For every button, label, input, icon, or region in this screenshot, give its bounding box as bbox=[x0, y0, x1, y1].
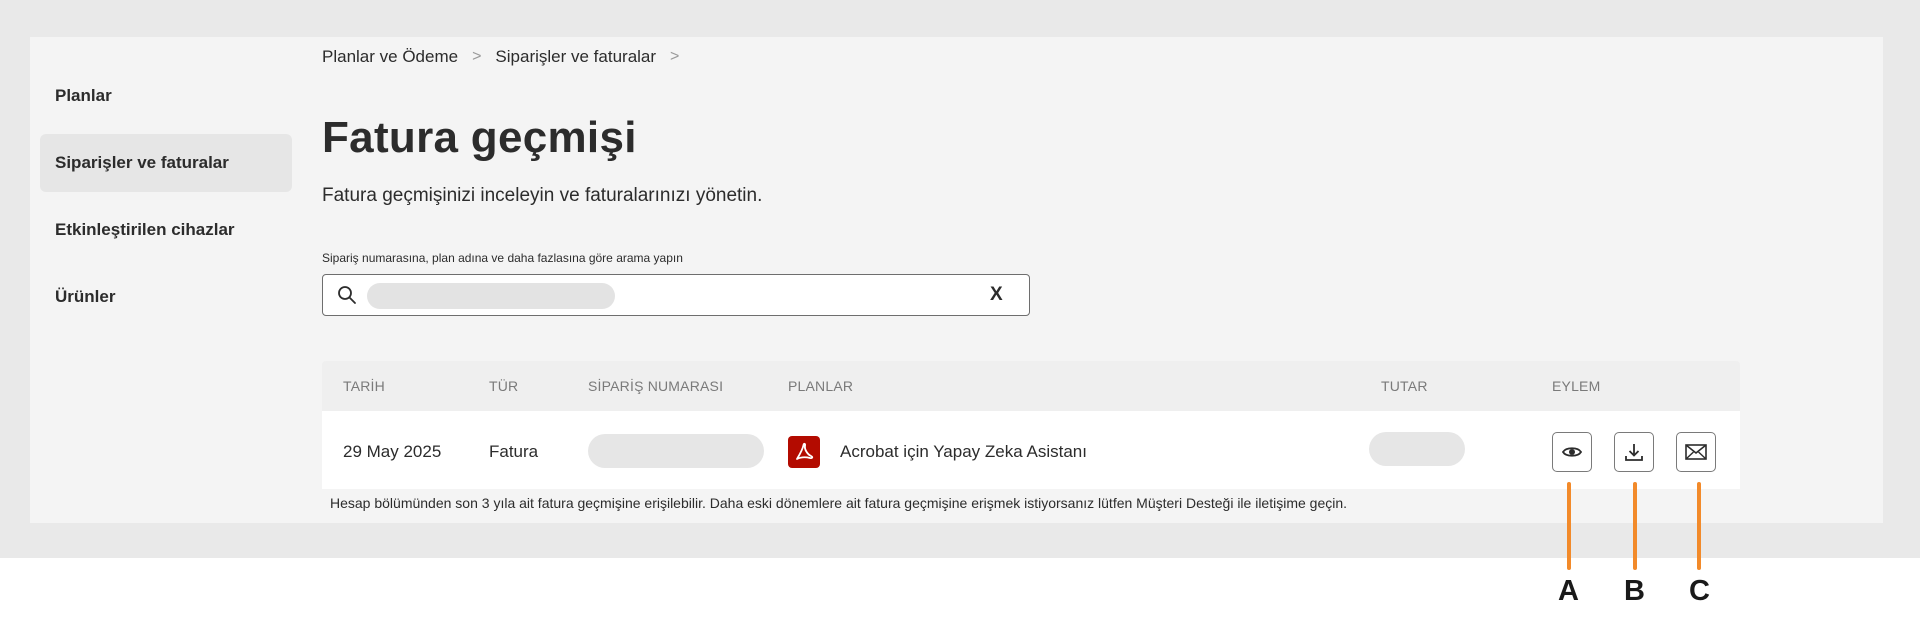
column-header-date: TARİH bbox=[343, 378, 385, 394]
search-field: X bbox=[322, 274, 1030, 316]
column-header-order-number: SİPARİŞ NUMARASI bbox=[588, 378, 724, 394]
callout-line-c bbox=[1697, 482, 1701, 570]
search-icon bbox=[338, 286, 356, 304]
invoice-table: TARİH TÜR SİPARİŞ NUMARASI PLANLAR TUTAR… bbox=[322, 361, 1740, 489]
sidebar-item-plans[interactable]: Planlar bbox=[40, 67, 292, 125]
column-header-action: EYLEM bbox=[1552, 378, 1601, 394]
main-content: Planlar ve Ödeme > Siparişler ve fatural… bbox=[322, 37, 1842, 523]
amount-redacted bbox=[1369, 432, 1465, 466]
callout-label-c: C bbox=[1689, 575, 1710, 607]
sidebar-item-activated-devices[interactable]: Etkinleştirilen cihazlar bbox=[40, 201, 292, 259]
callout-line-b bbox=[1633, 482, 1637, 570]
callout-line-a bbox=[1567, 482, 1571, 570]
sidebar-nav: Planlar Siparişler ve faturalar Etkinleş… bbox=[40, 67, 292, 335]
search-input[interactable] bbox=[367, 283, 615, 309]
breadcrumb: Planlar ve Ödeme > Siparişler ve fatural… bbox=[322, 47, 693, 67]
order-number-redacted bbox=[588, 434, 764, 468]
table-row: 29 May 2025 Fatura Acrobat için Yapay Ze… bbox=[322, 411, 1740, 489]
column-header-amount: TUTAR bbox=[1381, 378, 1428, 394]
cell-date: 29 May 2025 bbox=[343, 442, 442, 461]
acrobat-pdf-icon bbox=[788, 436, 820, 468]
cell-plan: Acrobat için Yapay Zeka Asistanı bbox=[840, 442, 1087, 461]
view-invoice-button[interactable] bbox=[1552, 432, 1592, 472]
page-title: Fatura geçmişi bbox=[322, 113, 637, 162]
breadcrumb-orders-invoices[interactable]: Siparişler ve faturalar bbox=[495, 47, 656, 67]
download-icon bbox=[1625, 444, 1643, 461]
table-header: TARİH TÜR SİPARİŞ NUMARASI PLANLAR TUTAR… bbox=[322, 361, 1740, 411]
cell-type: Fatura bbox=[489, 442, 539, 461]
breadcrumb-separator: > bbox=[670, 48, 680, 65]
breadcrumb-plans-payment[interactable]: Planlar ve Ödeme bbox=[322, 47, 458, 67]
clear-search-button[interactable]: X bbox=[990, 284, 1003, 306]
download-invoice-button[interactable] bbox=[1614, 432, 1654, 472]
search-label: Sipariş numarasına, plan adına ve daha f… bbox=[322, 251, 683, 265]
column-header-plans: PLANLAR bbox=[788, 378, 854, 394]
content-panel: Planlar Siparişler ve faturalar Etkinleş… bbox=[30, 37, 1883, 523]
email-invoice-button[interactable] bbox=[1676, 432, 1716, 472]
page-subtitle: Fatura geçmişinizi inceleyin ve faturala… bbox=[322, 185, 763, 206]
breadcrumb-separator: > bbox=[472, 48, 482, 65]
sidebar-item-orders-invoices[interactable]: Siparişler ve faturalar bbox=[40, 134, 292, 192]
callout-label-a: A bbox=[1558, 575, 1579, 607]
mail-icon bbox=[1685, 444, 1707, 460]
callout-label-b: B bbox=[1624, 575, 1645, 607]
sidebar-item-products[interactable]: Ürünler bbox=[40, 268, 292, 326]
eye-icon bbox=[1561, 447, 1583, 457]
column-header-type: TÜR bbox=[489, 378, 519, 394]
history-footnote: Hesap bölümünden son 3 yıla ait fatura g… bbox=[330, 495, 1348, 511]
